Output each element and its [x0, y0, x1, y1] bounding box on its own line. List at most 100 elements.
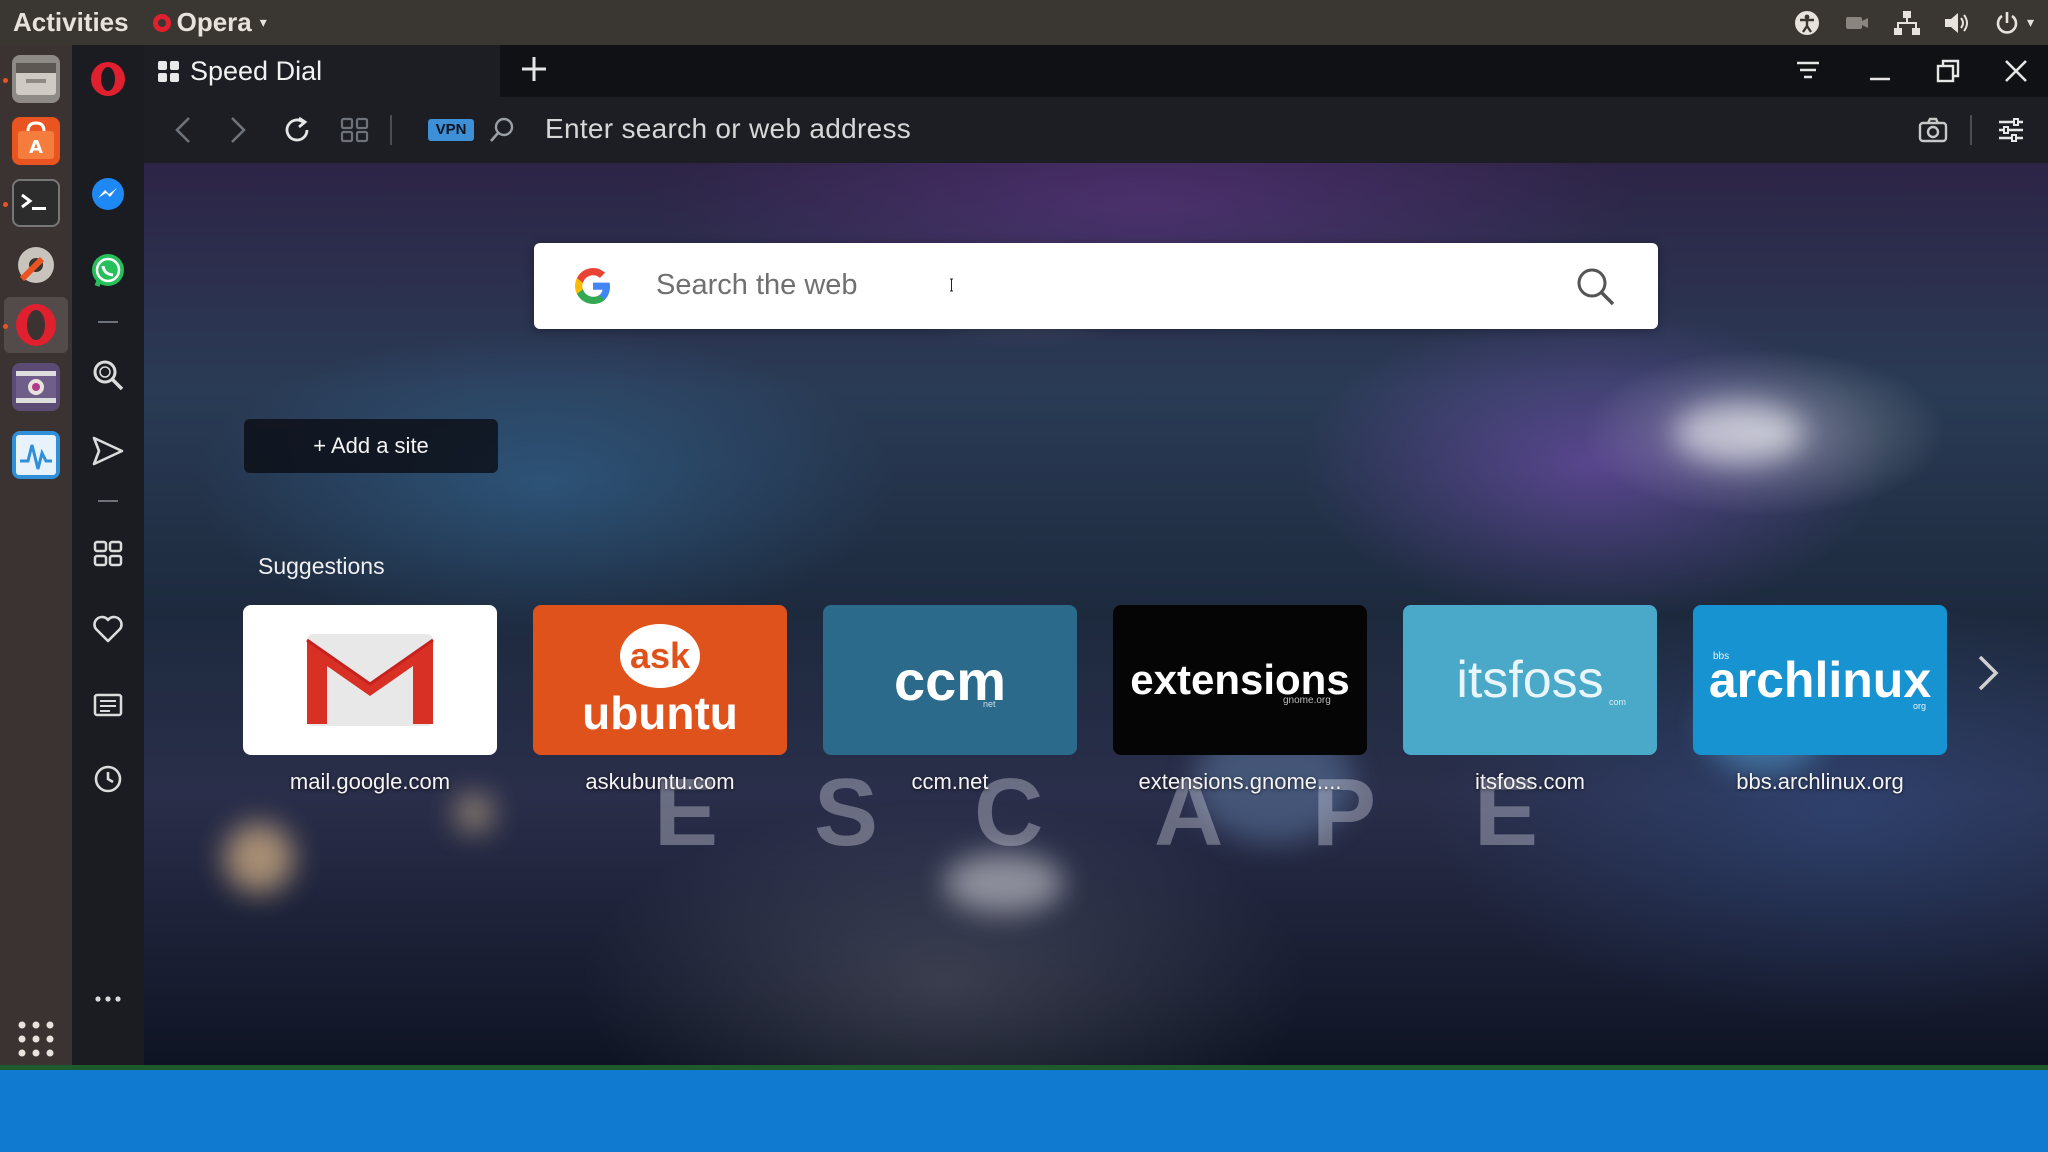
more-options-icon[interactable] — [88, 979, 128, 1019]
text-cursor-icon — [950, 278, 953, 292]
system-tray[interactable]: ▾ — [1793, 0, 2034, 45]
background-glow — [454, 793, 494, 833]
tile-caption: askubuntu.com — [585, 769, 735, 794]
forward-button[interactable] — [219, 111, 257, 149]
accessibility-icon[interactable] — [1793, 9, 1821, 37]
restore-icon — [1936, 59, 1960, 83]
app-menu-label: Opera — [176, 7, 252, 37]
power-icon[interactable] — [1993, 9, 2021, 37]
speed-dial-tile-extensions[interactable]: extensions gnome.org — [1113, 605, 1367, 755]
speed-dial-tile-archlinux[interactable]: bbs archlinux org — [1693, 605, 1947, 755]
ask-bubble: ask — [620, 624, 700, 688]
tile-logo-text: ask — [629, 635, 691, 676]
network-icon[interactable] — [1893, 9, 1921, 37]
history-clock-icon[interactable] — [88, 759, 128, 799]
address-search-icon — [483, 111, 521, 149]
tile-caption: extensions.gnome.... — [1138, 769, 1342, 794]
terminal-icon[interactable] — [12, 179, 60, 227]
speed-dial-button[interactable] — [336, 111, 374, 149]
messenger-icon[interactable] — [88, 175, 128, 215]
grid-icon — [340, 117, 369, 143]
vpn-badge[interactable]: VPN — [428, 119, 474, 141]
whatsapp-icon[interactable] — [88, 251, 128, 291]
chevron-down-icon: ▾ — [259, 14, 267, 30]
gmail-logo-icon — [306, 634, 434, 726]
running-indicator — [3, 202, 8, 207]
tile-logo-subtext: gnome.org — [1283, 695, 1331, 706]
reload-button[interactable] — [278, 111, 316, 149]
news-icon[interactable] — [88, 685, 128, 725]
tab-menu-button[interactable] — [1788, 53, 1828, 89]
minimize-button[interactable] — [1860, 53, 1900, 89]
tile-logo-text: itsfoss — [1456, 651, 1604, 709]
speed-dial-tile-ccm[interactable]: ccm net — [823, 605, 1077, 755]
tab-bar: Speed Dial — [144, 45, 2048, 97]
add-site-button[interactable]: + Add a site — [244, 419, 498, 473]
show-applications-icon[interactable] — [12, 1015, 60, 1063]
speed-dial-tab-icon — [158, 60, 179, 82]
sliders-icon — [1999, 118, 2023, 142]
snapshot-button[interactable] — [1914, 111, 1952, 149]
address-bar: VPN Enter search or web address — [144, 97, 2048, 163]
flow-send-icon[interactable] — [88, 431, 128, 471]
tile-caption: bbs.archlinux.org — [1736, 769, 1904, 794]
new-tab-button[interactable] — [514, 51, 554, 91]
suggestions-heading: Suggestions — [258, 553, 385, 579]
chevron-right-icon[interactable] — [1974, 643, 2004, 703]
system-monitor-icon[interactable] — [12, 431, 60, 479]
minimize-icon — [1870, 77, 1890, 81]
opera-sidebar — [72, 45, 144, 1065]
files-icon[interactable] — [12, 55, 60, 103]
activities-button[interactable]: Activities — [13, 7, 129, 38]
opera-icon — [152, 13, 171, 32]
forward-arrow-icon — [231, 117, 246, 143]
speed-dial-tile-itsfoss[interactable]: itsfoss com — [1403, 605, 1657, 755]
running-indicator — [3, 324, 8, 329]
tile-logo-subtext: com — [1609, 697, 1627, 707]
bottom-panel — [0, 1065, 2048, 1152]
chevron-down-icon: ▾ — [2026, 14, 2034, 30]
restore-button[interactable] — [1928, 53, 1968, 89]
search-input[interactable]: Search the web — [656, 269, 858, 302]
app-menu[interactable]: Opera ▾ — [152, 7, 267, 38]
software-center-icon[interactable]: A — [12, 117, 60, 165]
background-glow — [1674, 403, 1804, 463]
tab-title: Speed Dial — [190, 55, 323, 86]
back-arrow-icon — [175, 117, 190, 143]
back-button[interactable] — [164, 111, 202, 149]
speed-dial-tile-askubuntu[interactable]: ask ubuntu — [533, 605, 787, 755]
address-input[interactable]: Enter search or web address — [545, 113, 911, 145]
speed-dial-tile-gmail[interactable] — [243, 605, 497, 755]
tab-speed-dial[interactable]: Speed Dial — [144, 45, 500, 97]
tab-menu-icon — [1797, 61, 1819, 79]
speed-dial-page: E S C A P E Search the web + Add a site … — [144, 163, 2048, 1065]
bookmarks-heart-icon[interactable] — [88, 609, 128, 649]
tile-logo-subtext: org — [1913, 701, 1927, 711]
speed-dial-icon[interactable] — [88, 534, 128, 574]
search-icon[interactable] — [88, 355, 128, 395]
close-button[interactable] — [1996, 53, 2036, 89]
tile-logo-subtext: net — [983, 699, 996, 709]
media-player-icon[interactable] — [12, 363, 60, 411]
tile-caption: mail.google.com — [289, 769, 451, 794]
tile-logo-text: ubuntu — [582, 687, 738, 739]
volume-icon[interactable] — [1943, 9, 1971, 37]
svg-text:A: A — [29, 137, 43, 158]
close-icon — [2005, 60, 2027, 82]
background-glow — [224, 823, 294, 893]
sidebar-separator — [98, 321, 118, 323]
ubuntu-dock: A — [0, 45, 72, 1065]
plus-icon — [522, 57, 546, 81]
easy-setup-button[interactable] — [1992, 111, 2030, 149]
running-indicator — [3, 78, 8, 83]
gnome-top-bar: Activities Opera ▾ ▾ — [0, 0, 2048, 45]
web-search-box[interactable]: Search the web — [534, 243, 1658, 329]
reload-icon — [285, 116, 309, 142]
opera-dock-icon[interactable] — [12, 301, 60, 349]
opera-menu-icon[interactable] — [88, 59, 128, 99]
toolbar-separator — [1970, 115, 1972, 145]
search-submit-icon[interactable] — [1574, 265, 1616, 307]
settings-icon[interactable] — [12, 241, 60, 289]
tile-caption: itsfoss.com — [1474, 769, 1586, 794]
camera-icon[interactable] — [1843, 9, 1871, 37]
